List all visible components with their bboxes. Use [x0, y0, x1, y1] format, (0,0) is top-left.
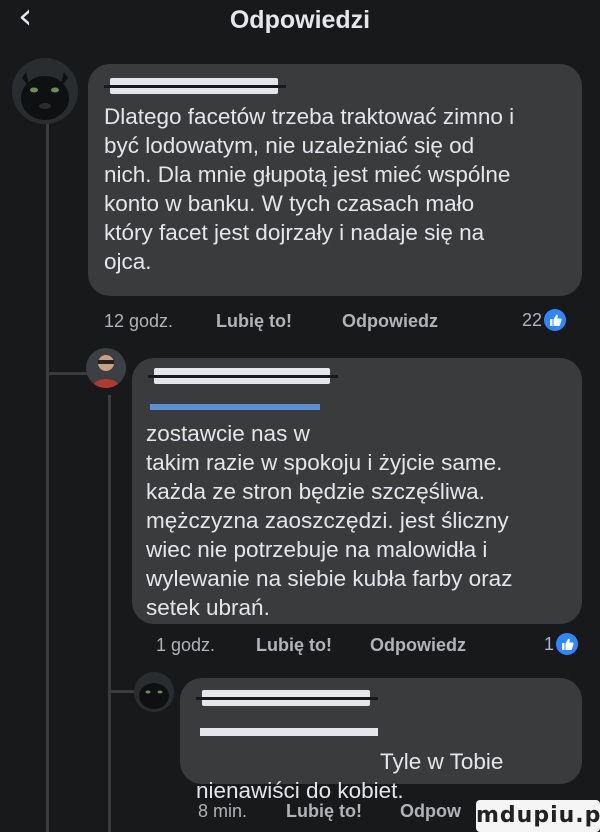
person-avatar-icon	[86, 348, 126, 388]
author-name[interactable]	[196, 690, 378, 706]
like-button[interactable]: Lubię to!	[256, 632, 332, 658]
comment-text: Dlatego facetów trzeba traktować zimno i…	[104, 104, 515, 274]
page-title: Odpowiedzi	[229, 6, 371, 34]
reaction-count[interactable]: 1	[544, 633, 579, 655]
avatar[interactable]	[134, 672, 174, 712]
header-bar: ‹ Odpowiedzi	[0, 0, 600, 40]
avatar[interactable]	[86, 348, 126, 388]
reply-button[interactable]: Odpow	[400, 798, 461, 824]
reply-button[interactable]: Odpowiedz	[342, 308, 438, 334]
comment-meta: 1 godz. Lubię to! Odpowiedz	[156, 632, 600, 658]
reaction-count[interactable]: 22	[522, 309, 567, 331]
avatar[interactable]	[12, 58, 78, 124]
reaction-number: 1	[544, 633, 555, 654]
reply-button[interactable]: Odpowiedz	[370, 632, 466, 658]
panther-avatar-icon	[12, 58, 78, 124]
timestamp: 1 godz.	[156, 635, 216, 655]
thread-line	[46, 110, 49, 832]
mention-link[interactable]	[200, 728, 378, 736]
comment-bubble[interactable]: Tyle w Tobie nienawiści do kobiet.	[180, 678, 582, 803]
comment-text-body: zostawcie nas w takim razie w spokoju i …	[146, 421, 513, 620]
thumbs-up-icon	[544, 309, 567, 331]
comment-text: zostawcie nas w takim razie w spokoju i …	[146, 390, 582, 622]
like-button[interactable]: Lubię to!	[216, 308, 292, 334]
timestamp: 8 min.	[198, 801, 248, 821]
comment-bubble[interactable]: zostawcie nas w takim razie w spokoju i …	[132, 358, 582, 624]
author-name[interactable]	[104, 78, 286, 94]
like-button[interactable]: Lubię to!	[286, 798, 362, 824]
timestamp: 12 godz.	[104, 311, 174, 331]
thumbs-up-icon	[556, 633, 579, 655]
author-name[interactable]	[148, 368, 338, 384]
thread-line-nested	[108, 395, 111, 832]
thread-branch-line	[48, 372, 88, 375]
mention-link[interactable]	[150, 404, 320, 410]
panther-avatar-icon	[134, 672, 174, 712]
comment-text-line: nienawiści do kobiet.	[196, 778, 404, 803]
reaction-number: 22	[522, 309, 543, 330]
comment-bubble[interactable]: Dlatego facetów trzeba traktować zimno i…	[88, 64, 582, 296]
watermark-logo: mdupiu.pl	[476, 800, 600, 832]
